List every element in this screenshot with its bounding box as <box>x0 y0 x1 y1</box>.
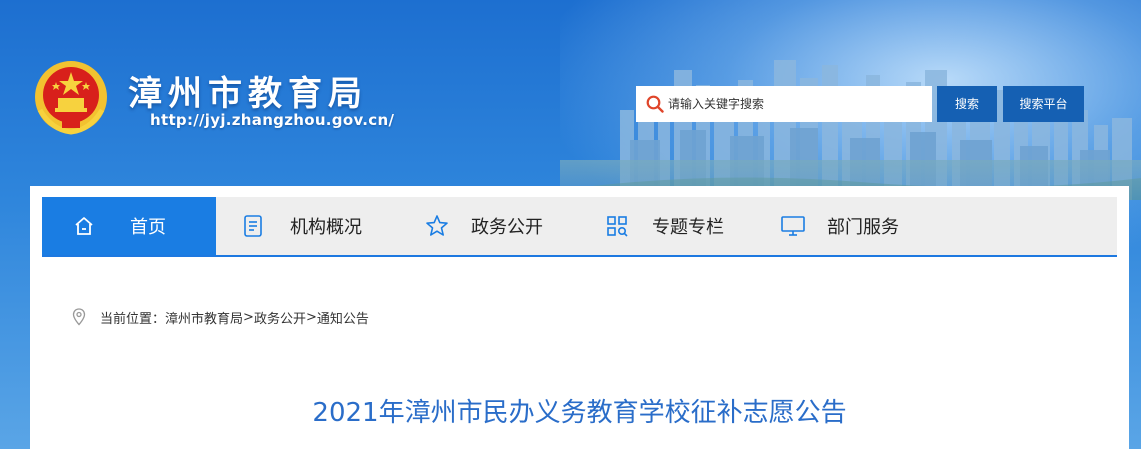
nav-item-label: 机构概况 <box>290 217 362 238</box>
search-platform-button[interactable]: 搜索平台 <box>1003 86 1084 122</box>
search-icon <box>646 95 664 113</box>
star-icon <box>426 215 448 236</box>
grid-search-icon <box>607 216 628 237</box>
nav-item-special-topics[interactable]: 专题专栏 <box>606 197 756 255</box>
nav-item-label: 首页 <box>130 217 166 238</box>
breadcrumb-separator: > <box>243 309 254 325</box>
breadcrumb-link-notices[interactable]: 通知公告 <box>317 308 369 327</box>
search-input[interactable] <box>668 86 926 122</box>
site-url[interactable]: http://jyj.zhangzhou.gov.cn/ <box>150 111 394 129</box>
nav-item-gov-affairs[interactable]: 政务公开 <box>425 197 575 255</box>
breadcrumb-separator: > <box>305 309 317 325</box>
main-nav: 首页 机构概况 政务公开 专题专栏 部门服务 <box>42 197 1117 257</box>
search-box <box>636 86 932 122</box>
nav-item-department-services[interactable]: 部门服务 <box>780 197 940 255</box>
nav-item-home[interactable]: 首页 <box>42 197 216 255</box>
breadcrumb-prefix: 当前位置： <box>100 311 166 327</box>
location-pin-icon <box>72 308 86 326</box>
breadcrumb-link-gov-affairs[interactable]: 政务公开 <box>254 308 306 327</box>
document-list-icon <box>244 215 262 237</box>
nav-item-label: 专题专栏 <box>652 217 724 238</box>
nav-item-label: 部门服务 <box>827 217 899 238</box>
site-title: 漳州市教育局 <box>128 74 368 114</box>
article-title: 2021年漳州市民办义务教育学校征补志愿公告 <box>312 398 847 428</box>
monitor-icon <box>781 216 805 236</box>
national-emblem-icon <box>35 61 107 135</box>
breadcrumb-link-home[interactable]: 漳州市教育局 <box>165 308 243 327</box>
nav-item-label: 政务公开 <box>471 217 543 238</box>
search-button[interactable]: 搜索 <box>937 86 997 122</box>
home-icon <box>75 217 93 235</box>
content-panel: 首页 机构概况 政务公开 专题专栏 部门服务 当前位置： 漳州市教育局 > 政务… <box>30 186 1129 449</box>
nav-item-organization[interactable]: 机构概况 <box>242 197 392 255</box>
header-banner: 漳州市教育局 http://jyj.zhangzhou.gov.cn/ 搜索 搜… <box>0 0 1141 449</box>
breadcrumb: 当前位置： 漳州市教育局 > 政务公开 > 通知公告 <box>72 307 369 327</box>
